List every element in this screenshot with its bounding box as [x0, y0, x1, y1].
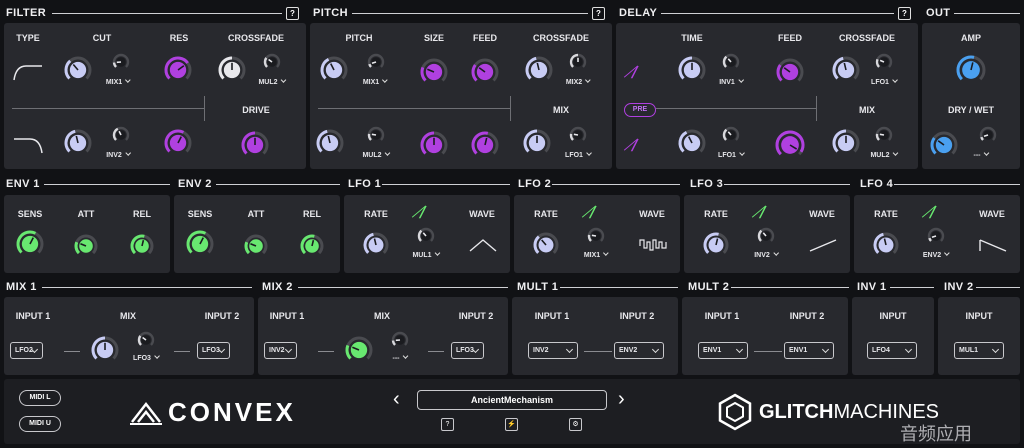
rate-knob[interactable] — [703, 232, 729, 254]
mod-amount-knob[interactable] — [722, 53, 740, 68]
dry-wet-knob[interactable] — [930, 131, 958, 155]
feed-knob[interactable] — [471, 131, 499, 155]
mod-amount-knob[interactable] — [367, 53, 385, 68]
mod-amount-knob[interactable] — [263, 53, 281, 68]
mod-amount-knob[interactable] — [979, 126, 997, 141]
feed-knob[interactable] — [775, 130, 805, 156]
rate-knob[interactable] — [363, 232, 389, 254]
mod-amount-knob[interactable] — [569, 53, 587, 68]
cut-knob[interactable] — [64, 56, 92, 80]
res-knob[interactable] — [164, 56, 192, 80]
sens-knob[interactable] — [186, 230, 214, 254]
mod-amount-knob[interactable] — [569, 126, 587, 141]
mod-amount-knob[interactable] — [367, 126, 385, 141]
mod-amount-knob[interactable] — [875, 53, 893, 68]
crossfade-knob[interactable] — [218, 56, 246, 80]
mod-amount-knob[interactable] — [137, 331, 155, 346]
mod-amount-knob[interactable] — [112, 53, 130, 68]
size-knob[interactable] — [420, 131, 448, 155]
time-knob[interactable] — [678, 56, 706, 80]
rate-knob[interactable] — [533, 232, 559, 254]
pitch-knob[interactable] — [320, 56, 348, 80]
amp-knob[interactable] — [956, 55, 986, 81]
rate-knob[interactable] — [873, 232, 899, 254]
mod-amount-knob[interactable] — [757, 227, 775, 242]
mix-knob[interactable] — [832, 129, 860, 153]
mix-knob[interactable] — [523, 129, 551, 153]
time-knob[interactable] — [678, 129, 706, 153]
att-knob[interactable] — [244, 234, 268, 255]
size-knob[interactable] — [420, 58, 448, 82]
res-knob[interactable] — [164, 129, 192, 153]
crossfade-knob[interactable] — [525, 56, 553, 80]
knobs-layer — [16, 53, 997, 360]
crossfade-knob[interactable] — [832, 56, 860, 80]
rel-knob[interactable] — [300, 234, 324, 255]
mod-amount-knob[interactable] — [875, 126, 893, 141]
mod-amount-knob[interactable] — [722, 126, 740, 141]
mix-knob[interactable] — [345, 336, 373, 360]
feed-knob[interactable] — [471, 58, 499, 82]
rel-knob[interactable] — [130, 234, 154, 255]
feed-knob[interactable] — [776, 58, 804, 82]
att-knob[interactable] — [74, 234, 98, 255]
drive-knob[interactable] — [241, 131, 269, 155]
mod-amount-knob[interactable] — [587, 227, 605, 242]
cut-knob[interactable] — [64, 129, 92, 153]
sens-knob[interactable] — [16, 230, 44, 254]
mod-amount-knob[interactable] — [417, 227, 435, 242]
mod-amount-knob[interactable] — [391, 331, 409, 346]
mod-amount-knob[interactable] — [927, 227, 945, 242]
mix-knob[interactable] — [91, 336, 119, 360]
mod-amount-knob[interactable] — [112, 126, 130, 141]
pitch-knob[interactable] — [316, 129, 344, 153]
